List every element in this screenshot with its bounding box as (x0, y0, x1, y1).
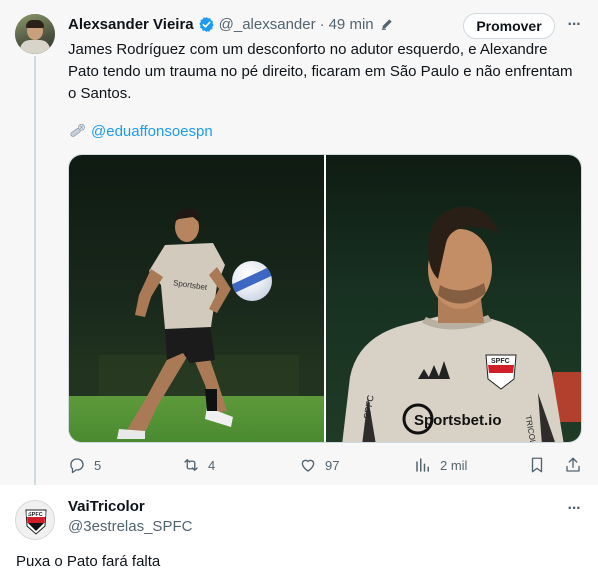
photo-pato[interactable]: SPFC TRICOLOR SPFC Sportsbet.io (326, 155, 581, 442)
photo-james[interactable]: Sportsbet (69, 155, 324, 442)
more-options-icon[interactable]: ··· (563, 15, 585, 35)
like-action[interactable]: 97 (299, 455, 339, 475)
tweet-text: James Rodríguez com um desconforto no ad… (68, 41, 573, 102)
views-chart-icon (416, 458, 429, 472)
reply-count: 5 (94, 457, 102, 473)
separator-dot: · (319, 15, 325, 33)
football-icon (232, 261, 272, 301)
reply-action[interactable]: 5 (68, 455, 101, 475)
player-portrait-figure: SPFC TRICOLOR SPFC Sportsbet.io (342, 207, 564, 442)
repost-icon (184, 459, 198, 471)
author-name[interactable]: Alexsander Vieira (68, 16, 194, 33)
reply-text: Puxa o Pato fará falta (16, 553, 161, 570)
author-avatar[interactable] (15, 14, 55, 54)
repost-count: 4 (208, 457, 216, 473)
share-icon (566, 457, 580, 472)
views-count: 2 mil (440, 457, 468, 473)
author-handle[interactable]: @_alexsander (219, 16, 316, 33)
media-grid: Sportsbet SPFC TRICOLOR SPFC Sportsbet.i… (68, 154, 582, 443)
like-count: 97 (325, 457, 340, 473)
verified-badge-icon[interactable] (198, 16, 215, 33)
promote-button[interactable]: Promover (463, 13, 555, 39)
spfc-crest-icon: SPFC (16, 501, 54, 539)
tweet-container[interactable]: Alexsander Vieira @_alexsander · 49 min … (0, 0, 598, 488)
reply-more-options-icon[interactable]: ··· (563, 499, 585, 519)
sponsor-text: Sportsbet.io (414, 412, 502, 429)
tweet-header: Alexsander Vieira @_alexsander · 49 min (68, 14, 394, 34)
reply-tweet[interactable]: SPFC VaiTricolor @3estrelas_SPFC ··· Pux… (0, 485, 598, 576)
heart-icon (301, 459, 315, 472)
views-action[interactable]: 2 mil (414, 455, 467, 475)
edit-pen-icon[interactable] (380, 17, 394, 31)
mention-row: @eduaffonsoespn (68, 121, 213, 141)
reply-avatar[interactable]: SPFC (15, 500, 55, 540)
reply-author-name[interactable]: VaiTricolor (68, 498, 145, 515)
action-bar: 5 4 97 2 mil (68, 455, 582, 475)
badge-text: SPFC (491, 358, 510, 365)
thread-line (34, 56, 36, 488)
repost-action[interactable]: 4 (182, 455, 215, 475)
mention-link[interactable]: @eduaffonsoespn (91, 123, 213, 140)
bookmark-action[interactable] (528, 455, 546, 475)
bookmark-icon (531, 457, 543, 473)
reply-author-handle[interactable]: @3estrelas_SPFC (68, 518, 192, 535)
tweet-time[interactable]: 49 min (329, 16, 374, 33)
share-action[interactable] (564, 455, 582, 475)
reply-icon (70, 458, 84, 474)
microphone-icon (70, 123, 85, 137)
player-kicking-figure: Sportsbet (117, 208, 233, 439)
